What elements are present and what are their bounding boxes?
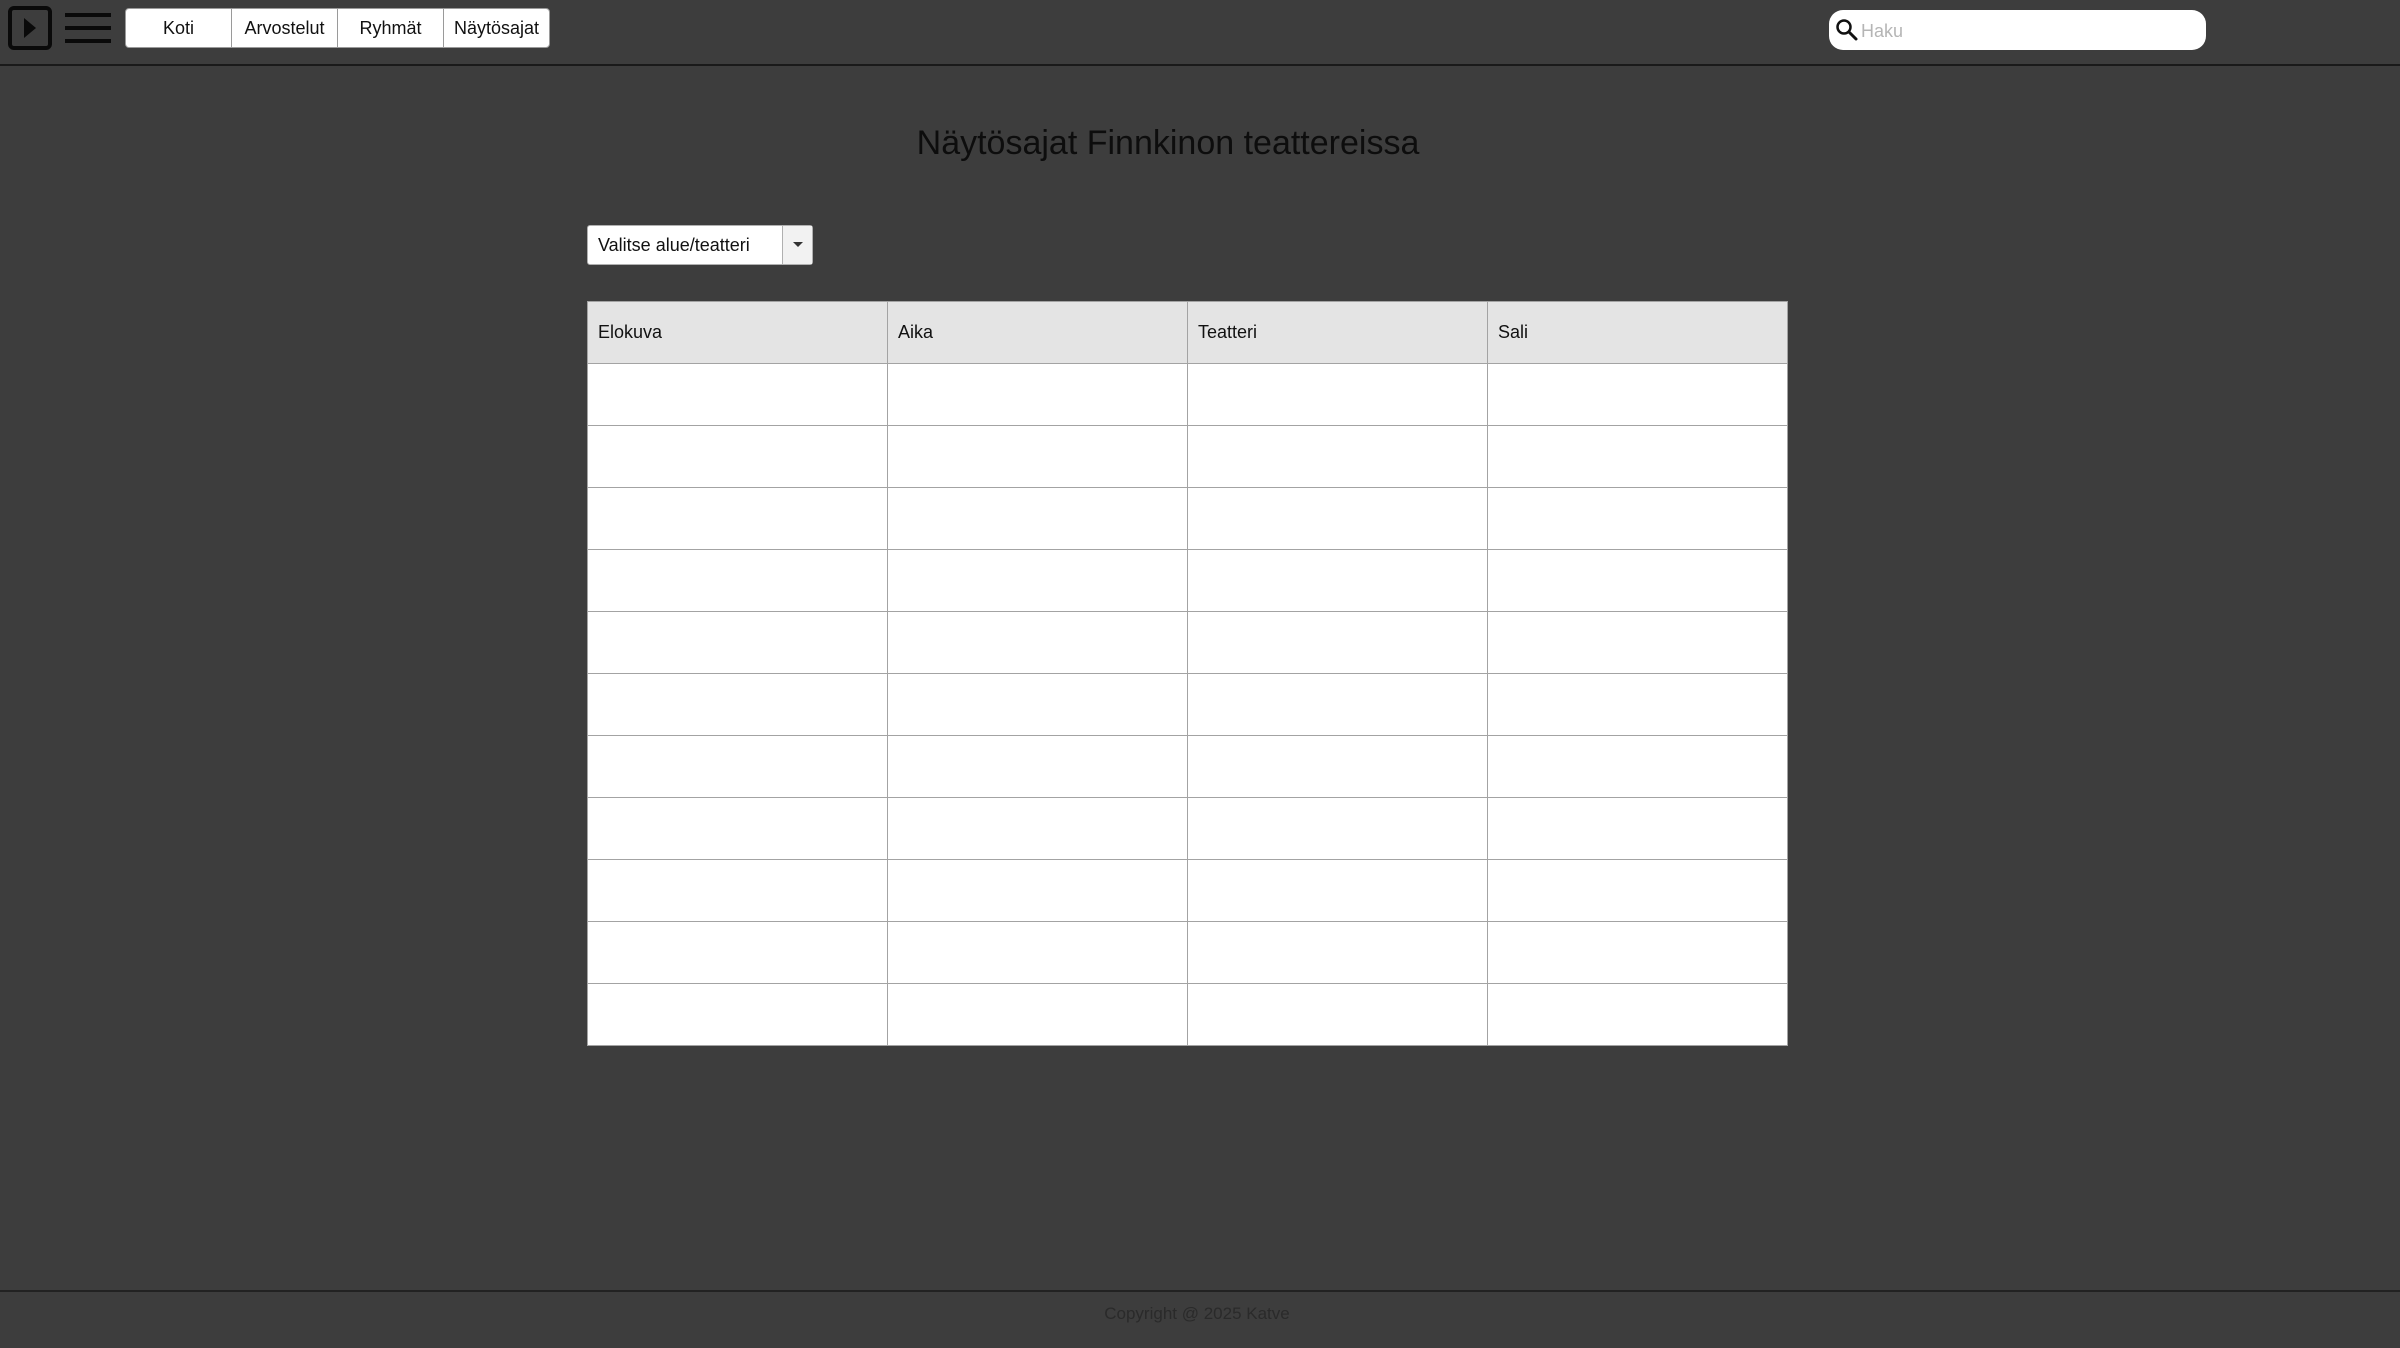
table-row (587, 363, 1788, 426)
table-header-row: Elokuva Aika Teatteri Sali (587, 301, 1788, 364)
table-cell (887, 859, 1188, 922)
table-cell (1487, 611, 1788, 674)
table-cell (1187, 735, 1488, 798)
table-cell (1187, 425, 1488, 488)
table-row (587, 921, 1788, 984)
main-nav: Koti Arvostelut Ryhmät Näytösajat (125, 8, 550, 48)
table-row (587, 983, 1788, 1046)
table-cell (1487, 549, 1788, 612)
table-cell (1487, 363, 1788, 426)
column-header-movie: Elokuva (587, 301, 888, 364)
table-cell (1487, 859, 1788, 922)
table-cell (587, 921, 888, 984)
play-logo-icon[interactable] (8, 6, 52, 50)
table-cell (887, 797, 1188, 860)
table-cell (587, 983, 888, 1046)
table-cell (587, 673, 888, 736)
table-row (587, 425, 1788, 488)
header: Koti Arvostelut Ryhmät Näytösajat (0, 0, 2400, 66)
table-cell (1187, 859, 1488, 922)
table-cell (1187, 549, 1488, 612)
table-cell (1487, 487, 1788, 550)
copyright-text: Copyright @ 2025 Katve (1104, 1304, 1290, 1323)
table-cell (587, 735, 888, 798)
theater-select-value: Valitse alue/teatteri (598, 235, 750, 255)
table-cell (887, 921, 1188, 984)
table-cell (887, 611, 1188, 674)
table-cell (1487, 797, 1788, 860)
table-cell (1487, 673, 1788, 736)
table-row (587, 673, 1788, 736)
theater-select[interactable]: Valitse alue/teatteri (587, 225, 813, 265)
nav-home-button[interactable]: Koti (125, 8, 232, 48)
table-cell (587, 425, 888, 488)
table-cell (1187, 363, 1488, 426)
table-row (587, 859, 1788, 922)
table-cell (1187, 921, 1488, 984)
table-cell (1187, 673, 1488, 736)
table-cell (587, 611, 888, 674)
table-cell (887, 425, 1188, 488)
search-box (1829, 10, 2206, 50)
table-cell (587, 487, 888, 550)
table-row (587, 611, 1788, 674)
table-cell (887, 549, 1188, 612)
footer: Copyright @ 2025 Katve (0, 1290, 2400, 1348)
table-row (587, 797, 1788, 860)
table-cell (1187, 797, 1488, 860)
showtimes-table-wrap: Elokuva Aika Teatteri Sali (587, 301, 1788, 1046)
table-row (587, 487, 1788, 550)
table-cell (887, 735, 1188, 798)
table-cell (887, 363, 1188, 426)
table-cell (587, 549, 888, 612)
table-row (587, 549, 1788, 612)
page-title: Näytösajat Finnkinon teattereissa (916, 124, 1420, 162)
table-cell (1487, 735, 1788, 798)
table-row (587, 735, 1788, 798)
nav-reviews-button[interactable]: Arvostelut (231, 8, 338, 48)
column-header-time: Aika (887, 301, 1188, 364)
nav-groups-button[interactable]: Ryhmät (337, 8, 444, 48)
table-cell (1487, 921, 1788, 984)
table-cell (587, 797, 888, 860)
column-header-theater: Teatteri (1187, 301, 1488, 364)
search-icon[interactable] (1835, 18, 1859, 47)
table-cell (587, 363, 888, 426)
dropdown-arrow-icon[interactable] (782, 226, 812, 264)
table-cell (887, 983, 1188, 1046)
search-input[interactable] (1859, 14, 2193, 48)
table-cell (1487, 983, 1788, 1046)
table-cell (1187, 983, 1488, 1046)
table-body (587, 363, 1788, 1046)
hamburger-menu-icon[interactable] (64, 12, 112, 46)
table-cell (887, 673, 1188, 736)
table-cell (587, 859, 888, 922)
table-cell (1187, 611, 1488, 674)
showtimes-table: Elokuva Aika Teatteri Sali (587, 301, 1788, 1046)
table-cell (887, 487, 1188, 550)
nav-showtimes-button[interactable]: Näytösajat (443, 8, 550, 48)
column-header-hall: Sali (1487, 301, 1788, 364)
table-cell (1487, 425, 1788, 488)
table-cell (1187, 487, 1488, 550)
